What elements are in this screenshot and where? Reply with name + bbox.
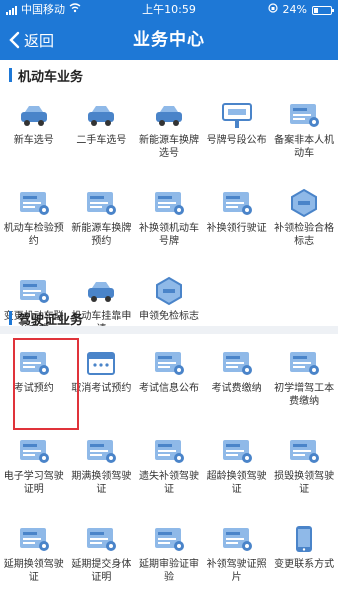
service-item[interactable]: 补领检验合格标志: [270, 176, 338, 264]
exempt-badge-icon: [152, 276, 186, 306]
car-document-icon: [17, 100, 51, 130]
plate-replace-icon: [152, 188, 186, 218]
back-label: 返回: [24, 31, 55, 50]
photo-card-icon: [220, 524, 254, 554]
service-label: 号牌号段公布: [206, 135, 267, 146]
ev-plate-icon: [84, 188, 118, 218]
section-header-vehicle: 机动车业务: [0, 63, 338, 87]
service-item[interactable]: 考试信息公布: [135, 336, 203, 424]
service-item[interactable]: 延期换领驾驶证: [0, 512, 68, 600]
service-item[interactable]: 期满换领驾驶证: [68, 424, 136, 512]
section-title: 驾驶证业务: [18, 313, 84, 328]
service-item[interactable]: 超龄换领驾驶证: [203, 424, 271, 512]
service-label: 延期换领驾驶证: [3, 559, 64, 583]
battery-icon: [312, 5, 334, 15]
service-item[interactable]: 新能源车换牌预约: [68, 176, 136, 264]
hexagon-badge-icon: [287, 188, 321, 218]
section-accent-bar: [9, 68, 12, 82]
chevron-left-icon: [9, 31, 20, 49]
service-label: 补换领机动车号牌: [138, 223, 199, 247]
battery-percent: 24%: [282, 3, 307, 16]
service-label: 补领检验合格标志: [274, 223, 335, 247]
service-item[interactable]: 考试费缴纳: [203, 336, 271, 424]
service-item[interactable]: 备案非本人机动车: [270, 88, 338, 176]
audit-card-icon: [152, 524, 186, 554]
service-item[interactable]: 延期审验证审验: [135, 512, 203, 600]
e-learning-icon: [17, 436, 51, 466]
extend-card-icon: [17, 524, 51, 554]
service-item[interactable]: 机动车检验预约: [0, 176, 68, 264]
fee-card-plus-icon: [287, 348, 321, 378]
service-item[interactable]: 二手车选号: [68, 88, 136, 176]
damaged-card-icon: [287, 436, 321, 466]
service-item[interactable]: 补换领行驶证: [203, 176, 271, 264]
service-label: 损毁换领驾驶证: [274, 471, 335, 495]
service-item[interactable]: 遗失补领驾驶证: [135, 424, 203, 512]
status-right: 24%: [267, 0, 334, 20]
section-header-license: 驾驶证业务: [0, 306, 338, 330]
announcement-icon: [152, 348, 186, 378]
family-car-icon: [84, 100, 118, 130]
service-item[interactable]: 新车选号: [0, 88, 68, 176]
selection-highlight-box: [13, 338, 79, 430]
service-label: 补换领行驶证: [206, 223, 267, 234]
service-item[interactable]: 电子学习驾驶证明: [0, 424, 68, 512]
lock-rotation-icon: [267, 0, 278, 20]
status-bar: 中国移动 上午10:59 24%: [0, 0, 338, 20]
service-label: 考试信息公布: [138, 383, 199, 394]
service-label: 延期提交身体证明: [71, 559, 132, 583]
lost-card-icon: [152, 436, 186, 466]
service-item[interactable]: 初学增驾工本费缴纳: [270, 336, 338, 424]
service-label: 电子学习驾驶证明: [3, 471, 64, 495]
age-card-icon: [220, 436, 254, 466]
service-label: 补领驾驶证照片: [206, 559, 267, 583]
service-label: 变更联系方式: [274, 559, 335, 570]
service-item[interactable]: 变更联系方式: [270, 512, 338, 600]
service-label: 遗失补领驾驶证: [138, 471, 199, 495]
service-item[interactable]: 延期提交身体证明: [68, 512, 136, 600]
service-label: 新车选号: [13, 135, 54, 146]
inspection-badge-icon: [17, 188, 51, 218]
health-doc-icon: [84, 524, 118, 554]
ev-car-icon: [152, 100, 186, 130]
service-label: 延期审验证审验: [138, 559, 199, 583]
service-row: 机动车检验预约 新能源车换牌预约 补换领机动车号牌 补换领行驶证 补领检验合格标志: [0, 176, 338, 264]
service-label: 初学增驾工本费缴纳: [274, 383, 335, 407]
renew-card-icon: [84, 436, 118, 466]
service-row: 新车选号 二手车选号 新能源车换牌选号 号牌号段公布 备案非本人机动车: [0, 88, 338, 176]
phone-contact-icon: [287, 524, 321, 554]
service-item[interactable]: 损毁换领驾驶证: [270, 424, 338, 512]
service-label: 机动车检验预约: [3, 223, 64, 247]
service-label: 考试费缴纳: [211, 383, 262, 394]
license-replace-icon: [220, 188, 254, 218]
plate-signboard-icon: [220, 100, 254, 130]
contact-card-icon: [17, 276, 51, 306]
service-row: 电子学习驾驶证明 期满换领驾驶证 遗失补领驾驶证 超龄换领驾驶证 损毁换领驾驶证: [0, 424, 338, 512]
id-card-icon: [287, 100, 321, 130]
phone-car-icon: [84, 276, 118, 306]
service-row: 延期换领驾驶证 延期提交身体证明 延期审验证审验 补领驾驶证照片 变更联系方式: [0, 512, 338, 600]
service-item[interactable]: 补换领机动车号牌: [135, 176, 203, 264]
nav-bar: 返回 业务中心: [0, 20, 338, 60]
fee-card-icon: [220, 348, 254, 378]
service-label: 二手车选号: [76, 135, 127, 146]
service-label: 新能源车换牌预约: [71, 223, 132, 247]
service-item[interactable]: 新能源车换牌选号: [135, 88, 203, 176]
service-label: 新能源车换牌选号: [138, 135, 199, 159]
calendar-cancel-icon: [84, 348, 118, 378]
service-item[interactable]: 补领驾驶证照片: [203, 512, 271, 600]
section-title: 机动车业务: [18, 70, 84, 85]
section-accent-bar: [9, 311, 12, 325]
service-label: 超龄换领驾驶证: [206, 471, 267, 495]
service-label: 期满换领驾驶证: [71, 471, 132, 495]
service-item[interactable]: 号牌号段公布: [203, 88, 271, 176]
back-button[interactable]: 返回: [8, 20, 54, 60]
service-label: 备案非本人机动车: [274, 135, 335, 159]
